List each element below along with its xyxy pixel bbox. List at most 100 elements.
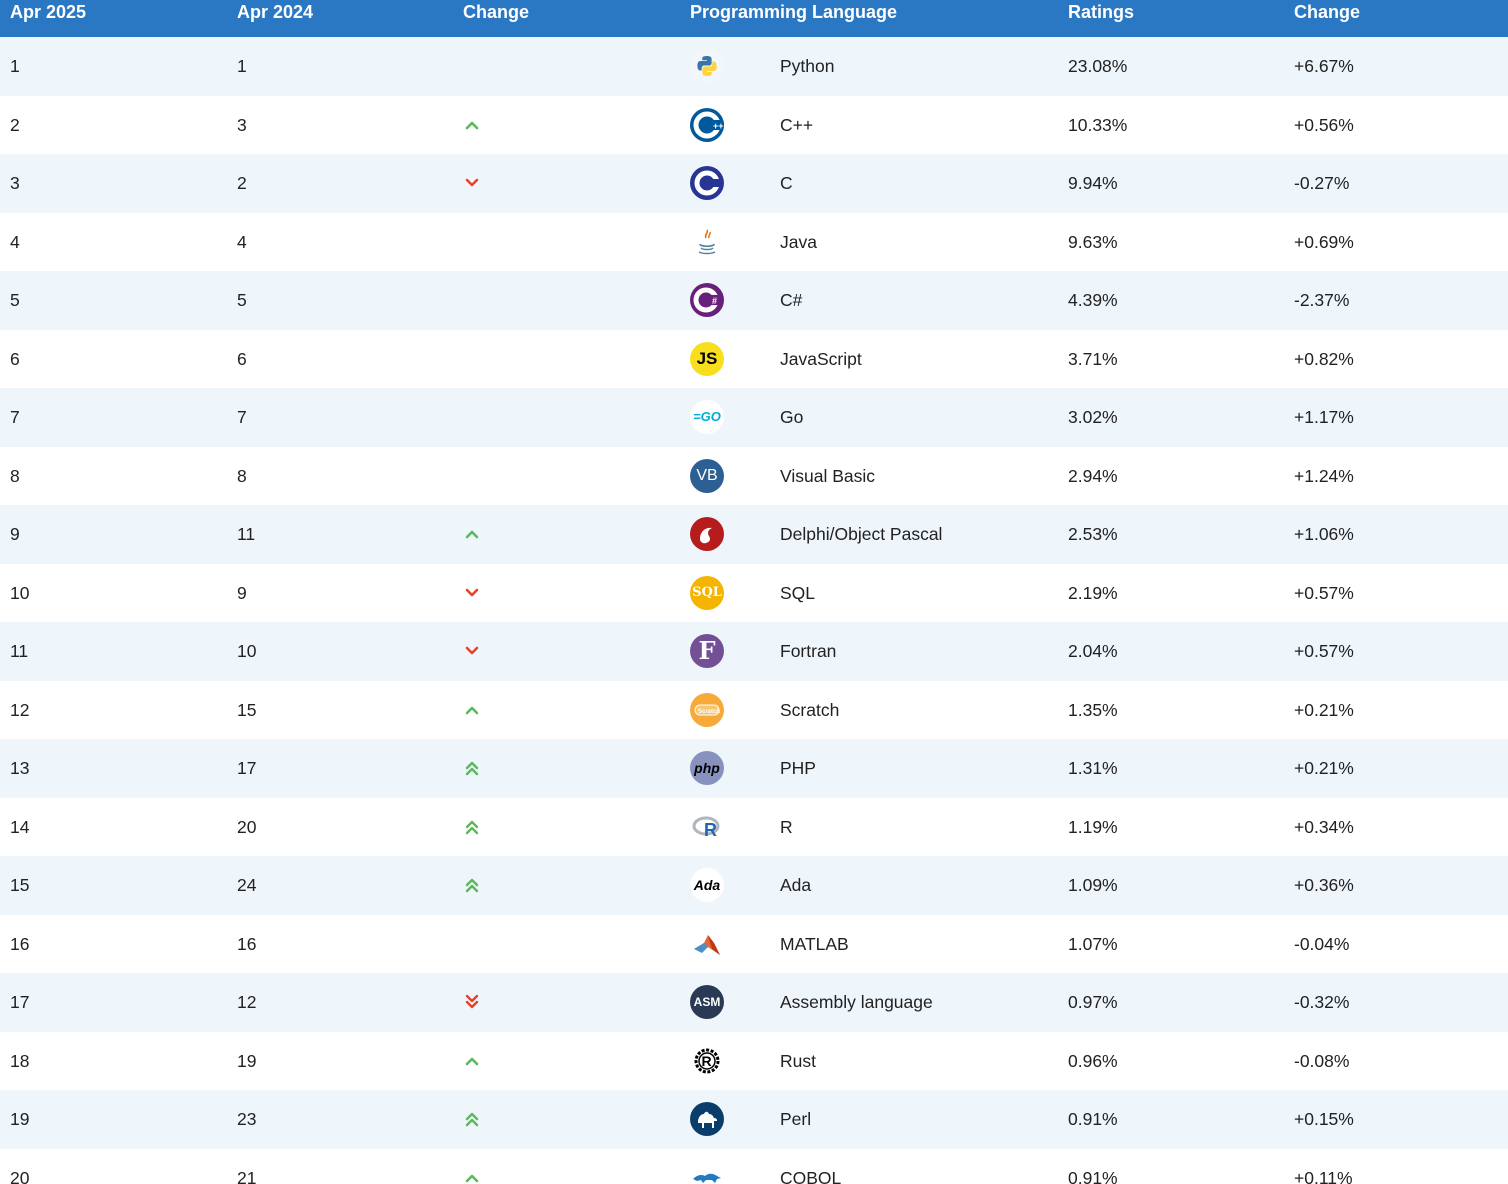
table-row[interactable]: 11 10 F Fortran 2.04% +0.57% (0, 622, 1508, 681)
header-current-month[interactable]: Apr 2025 (10, 0, 86, 37)
language-name[interactable]: Rust (780, 1032, 816, 1091)
rating-change: +0.69% (1294, 231, 1354, 252)
down-arrow-icon (464, 177, 480, 189)
table-row[interactable]: 14 20 R R 1.19% +0.34% (0, 797, 1508, 857)
table-row[interactable]: 4 4 Java 9.63% +0.69% (0, 212, 1508, 272)
rating-value: 9.63% (1068, 231, 1118, 252)
table-row[interactable]: 15 24 Ada Ada 1.09% +0.36% (0, 856, 1508, 915)
rank-current: 14 (10, 816, 30, 837)
header-previous-month[interactable]: Apr 2024 (237, 0, 313, 37)
language-name[interactable]: Ada (780, 856, 811, 915)
header-ratings[interactable]: Ratings (1068, 0, 1134, 37)
rating-change: -0.08% (1294, 1050, 1350, 1071)
rank-current: 19 (10, 1109, 30, 1129)
rank-previous: 24 (237, 875, 257, 895)
table-row[interactable]: 9 11 Delphi/Object Pascal 2.53% +1.06% (0, 505, 1508, 564)
matlab-icon (690, 915, 726, 974)
language-name[interactable]: Fortran (780, 622, 836, 681)
php-icon: php (690, 739, 726, 798)
double-up-arrow-icon (464, 759, 480, 777)
table-row[interactable]: 19 23 Perl 0.91% +0.15% (0, 1090, 1508, 1149)
rating-value: 1.31% (1068, 758, 1118, 778)
language-name[interactable]: C (780, 154, 793, 213)
header-change[interactable]: Change (463, 0, 529, 37)
rating-change: +1.06% (1294, 524, 1354, 544)
table-row[interactable]: 2 3 ++ C++ 10.33% +0.56% (0, 95, 1508, 155)
rating-change: -2.37% (1294, 290, 1350, 310)
language-name[interactable]: PHP (780, 739, 816, 798)
rank-current: 8 (10, 465, 20, 486)
rank-change (463, 564, 481, 623)
language-name[interactable]: C# (780, 271, 802, 330)
rank-previous: 1 (237, 56, 247, 76)
rating-change: +6.67% (1294, 56, 1354, 76)
language-name[interactable]: Java (780, 213, 817, 272)
rank-current: 18 (10, 1050, 30, 1071)
rank-change (463, 505, 481, 564)
rank-previous: 10 (237, 641, 257, 661)
rank-previous: 9 (237, 582, 247, 603)
table-row[interactable]: 20 21 COBOL 0.91% +0.11% (0, 1148, 1508, 1184)
rank-previous: 12 (237, 992, 257, 1012)
up-arrow-icon (464, 1172, 480, 1184)
language-name[interactable]: Assembly language (780, 973, 933, 1032)
table-row[interactable]: 16 16 MATLAB 1.07% -0.04% (0, 914, 1508, 974)
rating-value: 23.08% (1068, 56, 1128, 76)
rating-change: +0.56% (1294, 114, 1354, 135)
rank-change (463, 271, 481, 330)
table-row[interactable]: 1 1 Python 23.08% +6.67% (0, 37, 1508, 96)
rank-change (463, 739, 481, 798)
table-row[interactable]: 3 2 C 9.94% -0.27% (0, 154, 1508, 213)
table-row[interactable]: 10 9 SQL SQL 2.19% +0.57% (0, 563, 1508, 623)
header-language[interactable]: Programming Language (690, 0, 897, 37)
table-row[interactable]: 17 12 ASM Assembly language 0.97% -0.32% (0, 973, 1508, 1032)
header-delta[interactable]: Change (1294, 0, 1360, 37)
table-row[interactable]: 18 19 R Rust 0.96% -0.08% (0, 1031, 1508, 1091)
language-name[interactable]: Scratch (780, 681, 839, 740)
svg-text:Scratch: Scratch (698, 709, 720, 715)
rank-previous: 3 (237, 114, 247, 135)
rating-value: 0.91% (1068, 1109, 1118, 1129)
cpp-icon: ++ (690, 96, 726, 155)
rating-value: 1.19% (1068, 816, 1118, 837)
rating-value: 0.91% (1068, 1167, 1118, 1184)
language-name[interactable]: JavaScript (780, 330, 862, 389)
rank-current: 16 (10, 933, 30, 954)
language-name[interactable]: Delphi/Object Pascal (780, 505, 942, 564)
rank-change (463, 96, 481, 155)
table-row[interactable]: 12 15 Scratch Scratch 1.35% +0.21% (0, 680, 1508, 740)
rating-change: +0.15% (1294, 1109, 1354, 1129)
table-row[interactable]: 5 5 # C# 4.39% -2.37% (0, 271, 1508, 330)
svg-text:++: ++ (713, 121, 724, 131)
table-row[interactable]: 7 7 =GO Go 3.02% +1.17% (0, 388, 1508, 447)
table-header: Apr 2025 Apr 2024 Change Programming Lan… (0, 0, 1508, 37)
rating-value: 0.96% (1068, 1050, 1118, 1071)
language-name[interactable]: SQL (780, 564, 815, 623)
table-row[interactable]: 13 17 php PHP 1.31% +0.21% (0, 739, 1508, 798)
rank-previous: 7 (237, 407, 247, 427)
language-name[interactable]: Go (780, 388, 803, 447)
language-name[interactable]: Python (780, 37, 834, 96)
svg-text:R: R (702, 1053, 712, 1069)
language-name[interactable]: C++ (780, 96, 813, 155)
rating-change: -0.27% (1294, 173, 1350, 193)
cobol-icon (690, 1149, 726, 1184)
rating-value: 2.04% (1068, 641, 1118, 661)
language-name[interactable]: Perl (780, 1090, 811, 1149)
rating-value: 3.71% (1068, 348, 1118, 369)
rank-current: 2 (10, 114, 20, 135)
rank-current: 12 (10, 699, 30, 720)
svg-text:R: R (704, 820, 717, 840)
rank-change (463, 856, 481, 915)
rank-current: 3 (10, 173, 20, 193)
language-name[interactable]: R (780, 798, 793, 857)
language-name[interactable]: COBOL (780, 1149, 841, 1184)
table-row[interactable]: 6 6 JS JavaScript 3.71% +0.82% (0, 329, 1508, 389)
language-name[interactable]: Visual Basic (780, 447, 875, 506)
rank-current: 4 (10, 231, 20, 252)
rank-current: 7 (10, 407, 20, 427)
table-row[interactable]: 8 8 VB Visual Basic 2.94% +1.24% (0, 446, 1508, 506)
rating-change: +0.57% (1294, 582, 1354, 603)
fortran-icon: F (690, 622, 726, 681)
language-name[interactable]: MATLAB (780, 915, 849, 974)
